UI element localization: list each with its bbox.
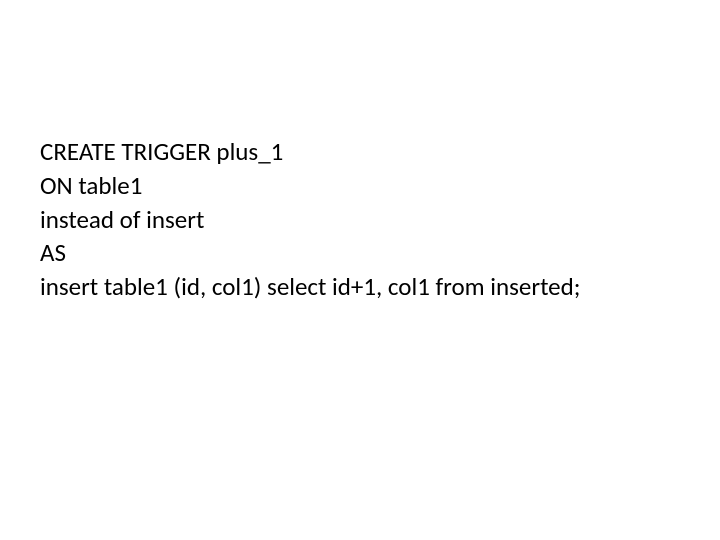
code-line-3: instead of insert — [40, 203, 680, 237]
code-line-5: insert table1 (id, col1) select id+1, co… — [40, 270, 680, 304]
code-line-4: AS — [40, 236, 680, 270]
code-line-2: ON table1 — [40, 169, 680, 203]
code-line-1: CREATE TRIGGER plus_1 — [40, 135, 680, 169]
code-block: CREATE TRIGGER plus_1 ON table1 instead … — [40, 135, 680, 304]
